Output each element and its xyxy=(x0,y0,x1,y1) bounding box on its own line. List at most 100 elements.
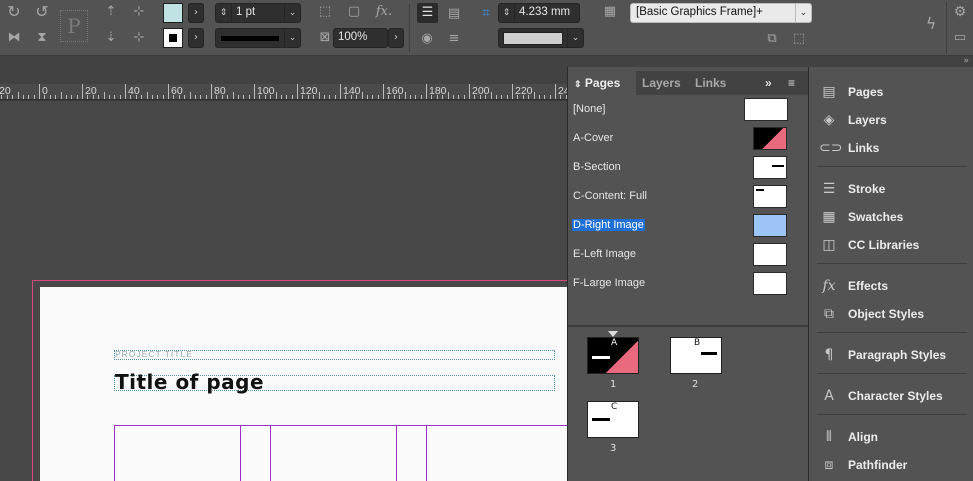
tab-pages[interactable]: ⇕ Pages xyxy=(568,71,636,95)
create-style-icon[interactable]: ⬚ xyxy=(789,31,809,47)
fit-frame-icon[interactable]: ⬚ xyxy=(316,4,334,20)
image-frame-grid[interactable] xyxy=(114,425,570,481)
object-styles-icon[interactable]: ▦ xyxy=(601,4,619,20)
expand-icon[interactable]: » xyxy=(765,71,781,95)
master-row-b-section[interactable]: B-Section xyxy=(568,153,809,182)
wrap-object-icon[interactable]: ◉ xyxy=(417,31,437,47)
wrap-bounding-icon[interactable]: ▤ xyxy=(444,6,464,22)
page-thumb-1[interactable]: A xyxy=(587,337,639,374)
ruler-minor-tick xyxy=(544,95,546,99)
text-frame-icon[interactable]: P xyxy=(60,10,88,42)
dock-item-stroke[interactable]: ☰ Stroke xyxy=(809,176,973,202)
dock-item-effects[interactable]: fx Effects xyxy=(809,273,973,299)
master-row-none[interactable]: [None] xyxy=(568,95,809,124)
dock-item-swatches[interactable]: ▦ Swatches xyxy=(809,204,973,230)
master-label: [None] xyxy=(573,103,606,115)
collapse-icon[interactable]: » xyxy=(963,56,969,66)
dock-label: CC Libraries xyxy=(848,238,920,252)
dock-item-object-styles[interactable]: ⧉ Object Styles xyxy=(809,301,973,327)
select-previous-icon[interactable]: ⊹ xyxy=(128,4,150,20)
clear-overrides-icon[interactable]: ⧉ xyxy=(762,31,782,47)
stroke-dropdown[interactable]: › xyxy=(188,28,204,48)
tab-layers[interactable]: Layers xyxy=(642,71,694,95)
fx-icon[interactable]: fx. xyxy=(374,4,394,20)
wrap-jump-icon[interactable]: ≡ xyxy=(444,31,464,47)
master-row-f-large-image[interactable]: F-Large Image xyxy=(568,269,809,298)
chevron-down-icon[interactable]: ⌄ xyxy=(567,29,583,47)
select-content-icon[interactable]: ⇣ xyxy=(100,30,122,46)
master-row-d-right-image[interactable]: D-Right Image xyxy=(568,211,809,240)
rotate-right-icon[interactable]: ↻ xyxy=(5,4,23,20)
flip-horizontal-icon[interactable]: ⧓ xyxy=(5,30,23,46)
dock-item-character-styles[interactable]: A Character Styles xyxy=(809,383,973,409)
stroke-icon: ☰ xyxy=(822,181,836,197)
panel-divider xyxy=(568,325,809,327)
page-number: 3 xyxy=(610,443,617,454)
ruler-minor-tick xyxy=(538,95,540,99)
corner-shape-preview xyxy=(503,32,563,45)
fill-dropdown[interactable]: › xyxy=(188,3,204,23)
ruler-minor-tick xyxy=(130,95,132,99)
gear-icon[interactable]: ⚙ xyxy=(951,4,969,20)
page-thumb-3[interactable]: C xyxy=(587,401,639,438)
dock-item-pages[interactable]: ▤ Pages xyxy=(809,79,973,105)
dock-item-paragraph-styles[interactable]: ¶ Paragraph Styles xyxy=(809,342,973,368)
fill-swatch[interactable] xyxy=(163,3,183,23)
master-row-c-content[interactable]: C-Content: Full xyxy=(568,182,809,211)
ruler-minor-tick xyxy=(151,95,153,99)
document-page[interactable]: PROJECT TITLE Title of page xyxy=(40,287,570,481)
ruler-minor-tick xyxy=(409,95,411,99)
dimension-stepper[interactable]: ⇕ xyxy=(499,4,515,22)
lightning-icon[interactable]: ϟ xyxy=(922,16,940,32)
dock-item-cc-libraries[interactable]: ◫ CC Libraries xyxy=(809,232,973,258)
stroke-type-field[interactable]: ⌄ xyxy=(215,28,301,48)
stroke-weight-stepper[interactable]: ⇕ xyxy=(216,4,232,22)
ruler-minor-tick xyxy=(372,95,374,99)
chevron-down-icon[interactable]: ⌄ xyxy=(284,4,300,22)
ruler-minor-tick xyxy=(227,95,229,99)
corner-shape-field[interactable]: ⌄ xyxy=(498,28,584,48)
ruler-minor-tick xyxy=(146,92,148,99)
project-title-frame[interactable]: PROJECT TITLE xyxy=(114,349,555,360)
dock-divider xyxy=(817,373,967,374)
page-number: 2 xyxy=(692,379,699,390)
scale-dropdown[interactable]: › xyxy=(388,28,404,48)
master-row-a-cover[interactable]: A-Cover xyxy=(568,124,809,153)
wrap-none-button[interactable]: ☰ xyxy=(417,3,438,23)
horizontal-ruler[interactable]: 2002040608010012014016018020022024 xyxy=(0,84,567,100)
dock-item-links[interactable]: ⊂⊃ Links xyxy=(809,135,973,161)
stroke-weight-field[interactable]: ⇕ 1 pt ⌄ xyxy=(215,3,301,23)
dock-item-pathfinder[interactable]: ⧈ Pathfinder xyxy=(809,452,973,478)
ruler-minor-tick xyxy=(49,95,51,99)
stroke-swatch[interactable] xyxy=(163,28,183,48)
scale-field[interactable]: 100% xyxy=(333,28,388,48)
page-title-frame[interactable]: Title of page xyxy=(114,370,555,394)
object-style-select[interactable]: [Basic Graphics Frame]+ ⌄ xyxy=(630,3,812,23)
ruler-minor-tick xyxy=(549,95,551,99)
tab-links-label: Links xyxy=(695,76,727,90)
flip-vertical-icon[interactable]: ⧗ xyxy=(33,30,51,46)
select-container-icon[interactable]: ⇡ xyxy=(100,4,122,20)
rotate-left-icon[interactable]: ↺ xyxy=(33,4,51,20)
panel-menu-icon[interactable]: ≡ xyxy=(788,71,804,95)
page-thumb-2[interactable]: B xyxy=(670,337,722,374)
master-row-e-left-image[interactable]: E-Left Image xyxy=(568,240,809,269)
chevron-down-icon[interactable]: ⌄ xyxy=(795,4,811,22)
ruler-minor-tick xyxy=(216,95,218,99)
more-options-icon[interactable]: ▭ xyxy=(951,30,969,46)
chevron-down-icon[interactable]: ⌄ xyxy=(284,29,300,47)
reference-point-icon[interactable]: ⌗ xyxy=(476,4,496,22)
thumb-line xyxy=(772,165,784,167)
dimension-field[interactable]: ⇕ 4.233 mm xyxy=(498,3,580,23)
frame-fitting-icon[interactable]: ▢ xyxy=(345,4,363,20)
select-next-icon[interactable]: ⊹ xyxy=(128,30,150,46)
dock-item-layers[interactable]: ◈ Layers xyxy=(809,107,973,133)
ruler-minor-tick xyxy=(447,92,449,99)
tab-links[interactable]: Links xyxy=(695,71,739,95)
page-master-letter: C xyxy=(611,402,618,412)
stroke-swatch-inner xyxy=(169,34,177,42)
reorder-icon: ⇕ xyxy=(574,79,582,89)
dock-label: Character Styles xyxy=(848,389,943,403)
ruler-major-tick xyxy=(125,84,126,99)
dock-item-align[interactable]: ⫴ Align xyxy=(809,424,973,450)
